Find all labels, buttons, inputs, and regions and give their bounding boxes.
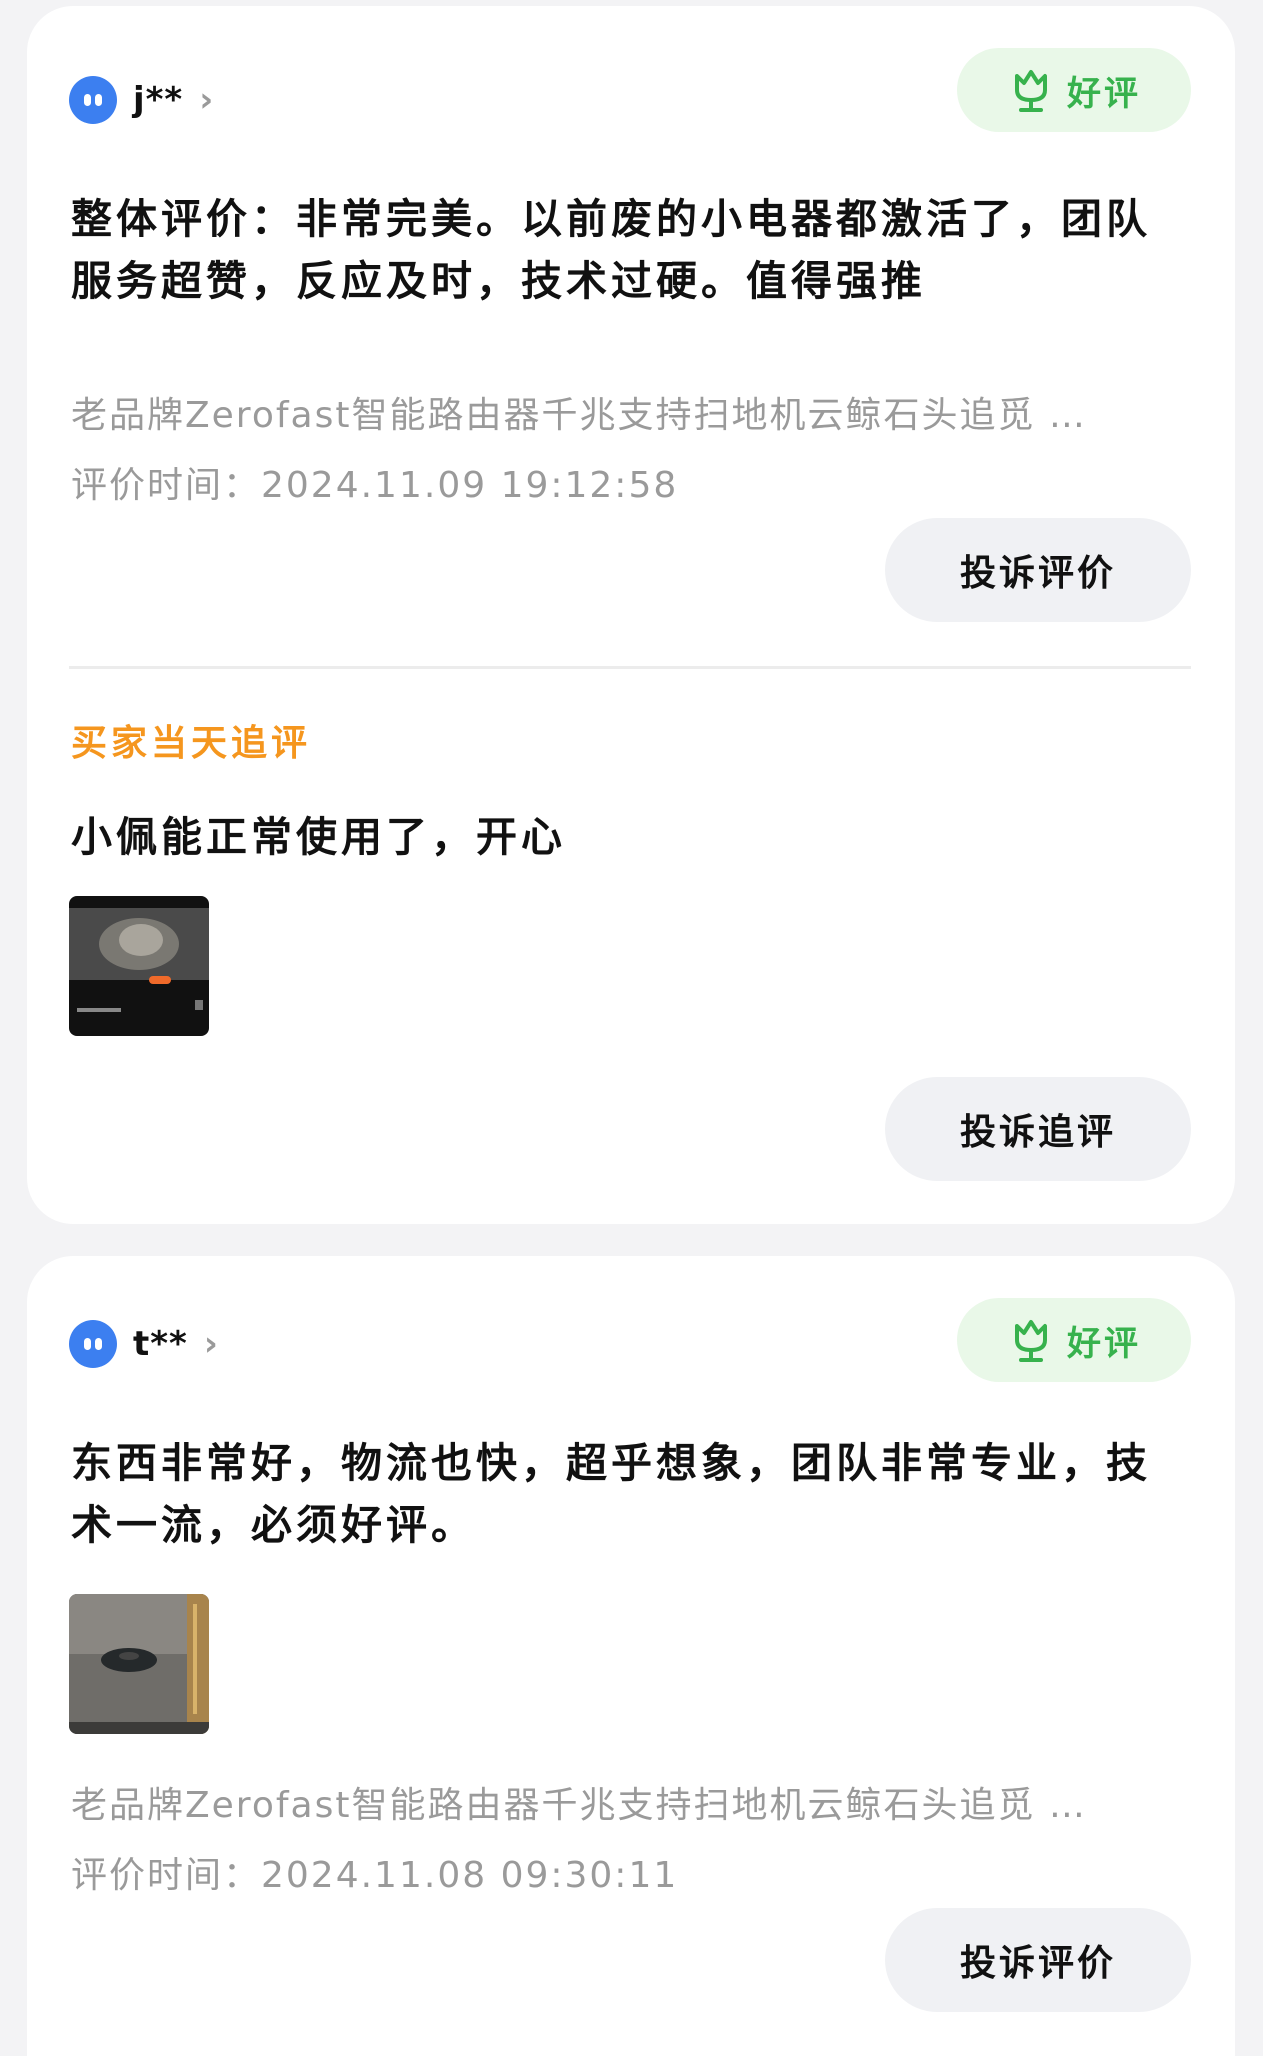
user-row[interactable]: t** ›: [69, 1320, 218, 1368]
username: t**: [133, 1324, 188, 1364]
chevron-right-icon: ›: [199, 80, 214, 120]
review-text: 东西非常好，物流也快，超乎想象，团队非常专业，技术一流，必须好评。: [71, 1439, 1151, 1549]
divider: [69, 666, 1191, 669]
followup-photo[interactable]: [69, 896, 209, 1036]
complain-review-button[interactable]: 投诉评价: [885, 1908, 1191, 2012]
good-review-badge: 好评: [957, 48, 1191, 132]
badge-label: 好评: [1067, 73, 1141, 114]
followup-text: 小佩能正常使用了，开心: [71, 813, 566, 861]
avatar: [69, 1320, 117, 1368]
review-card: t** › 好评 东西非常好，物流也快，超乎想象，团队非常专业，技术一流，必须好…: [27, 1256, 1235, 2056]
good-review-badge: 好评: [957, 1298, 1191, 1382]
followup-label: 买家当天追评: [71, 723, 312, 764]
flower-icon: [1015, 70, 1047, 112]
avatar: [69, 76, 117, 124]
review-photo[interactable]: [69, 1594, 209, 1734]
review-time: 评价时间：2024.11.08 09:30:11: [71, 1855, 679, 1896]
complain-review-button[interactable]: 投诉评价: [885, 518, 1191, 622]
review-time: 评价时间：2024.11.09 19:12:58: [71, 465, 679, 506]
product-title[interactable]: 老品牌Zerofast智能路由器千兆支持扫地机云鲸石头追觅 …: [71, 1776, 1201, 1828]
review-text: 整体评价：非常完美。以前废的小电器都激活了，团队服务超赞，反应及时，技术过硬。值…: [71, 195, 1151, 305]
badge-label: 好评: [1067, 1323, 1141, 1364]
username: j**: [133, 80, 184, 120]
user-row[interactable]: j** ›: [69, 76, 213, 124]
chevron-right-icon: ›: [203, 1324, 218, 1364]
complain-followup-button[interactable]: 投诉追评: [885, 1077, 1191, 1181]
review-card: j** › 好评 整体评价：非常完美。以前废的小电器都激活了，团队服务超赞，反应…: [27, 6, 1235, 1224]
flower-icon: [1015, 1320, 1047, 1362]
product-title[interactable]: 老品牌Zerofast智能路由器千兆支持扫地机云鲸石头追觅 …: [71, 386, 1201, 438]
